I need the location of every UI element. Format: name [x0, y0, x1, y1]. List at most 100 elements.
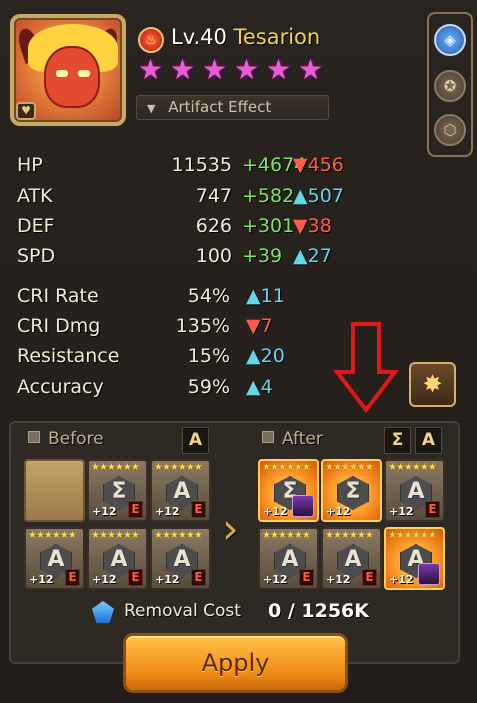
rune-grade-badge: E	[191, 569, 206, 586]
stat-base-value: 626	[195, 215, 232, 237]
eye-left	[56, 70, 68, 77]
lock-icon[interactable]: ♥	[16, 102, 36, 120]
monster-level: Lv.40	[171, 25, 227, 49]
stat-row: CRI Rate 54% ▲11	[0, 285, 400, 311]
rune-slot[interactable]: ★★★★★★ A +12 E	[150, 459, 211, 522]
stat-label: SPD	[17, 245, 56, 267]
star-icon: ★	[170, 53, 196, 86]
eye-right	[78, 70, 90, 77]
rune-slot[interactable]: ★★★★★★ A +12 E	[384, 459, 445, 522]
skill-tab-icon[interactable]: ✪	[434, 70, 466, 102]
monster-mini-icon	[292, 495, 314, 517]
before-checkbox[interactable]	[28, 431, 40, 443]
rune-equip-screen: ♥ ♨ Lv.40 Tesarion ★ ★ ★ ★ ★ ★ ▼ Artifact Eff…	[0, 0, 477, 703]
leader-skill-icon[interactable]: ✸	[409, 362, 456, 407]
red-down-arrow-annotation	[333, 322, 399, 414]
rune-slot[interactable]: ★★★★★★ A +12 E	[321, 527, 382, 590]
rune-stars: ★★★★★★	[91, 530, 140, 541]
rune-slot[interactable]: ★★★★★★ A +12 E	[258, 527, 319, 590]
stat-bonus-value: +301	[242, 215, 295, 237]
rune-stars: ★★★★★★	[262, 462, 311, 473]
rune-level: +12	[155, 505, 180, 518]
rune-slot[interactable]: ★★★★★★ A +12 E	[24, 527, 85, 590]
rune-slot[interactable]: ★★★★★★ Σ +12 E	[87, 459, 148, 522]
stat-base-value: 54%	[187, 285, 230, 307]
rune-level: +12	[92, 573, 117, 586]
artifact-tab-icon[interactable]: ⬡	[434, 114, 466, 146]
stat-label: CRI Dmg	[17, 315, 101, 337]
rune-stars: ★★★★★★	[262, 530, 311, 541]
triangle-down-icon: ▼	[147, 102, 156, 115]
rune-grade-badge: E	[191, 501, 206, 518]
stat-base-value: 747	[195, 185, 232, 207]
rune-set-badge: A	[182, 427, 209, 454]
stat-base-value: 59%	[187, 376, 230, 398]
stat-diff-value: ▲507	[293, 185, 344, 207]
rune-slot[interactable]: ★★★★★★ A +12	[384, 527, 445, 590]
artifact-effect-dropdown[interactable]: ▼ Artifact Effect	[136, 95, 329, 120]
rune-level: +12	[326, 505, 351, 518]
after-title: After	[282, 429, 323, 449]
stat-label: DEF	[17, 215, 55, 237]
stat-diff-value: ▼456	[293, 154, 344, 176]
artifact-effect-label: Artifact Effect	[168, 98, 272, 116]
chevron-right-icon: ›	[222, 504, 239, 553]
stat-base-value: 11535	[171, 154, 232, 176]
star-icon: ★	[298, 53, 324, 86]
rune-stars: ★★★★★★	[154, 530, 203, 541]
stat-base-value: 135%	[175, 315, 230, 337]
star-icon: ★	[266, 53, 292, 86]
stat-label: CRI Rate	[17, 285, 99, 307]
rune-grade-badge: E	[362, 569, 377, 586]
stat-label: ATK	[17, 185, 53, 207]
rune-grade-badge: E	[128, 501, 143, 518]
stat-row: HP 11535 +4674 ▼456	[0, 154, 400, 180]
stat-diff-value: ▲4	[246, 376, 273, 398]
monster-name: Tesarion	[233, 25, 321, 49]
rune-level: +12	[389, 573, 414, 586]
rune-slot[interactable]: ★★★★★★ Σ +12	[258, 459, 319, 522]
stat-bonus-value: +39	[242, 245, 283, 267]
rune-slot[interactable]: ★★★★★★ Σ +12	[321, 459, 382, 522]
rune-level: +12	[92, 505, 117, 518]
removal-cost-label: Removal Cost	[124, 601, 241, 621]
stat-bonus-value: +582	[242, 185, 295, 207]
rune-grade-badge: E	[425, 501, 440, 518]
rune-slot[interactable]: ★★★★★★ A +12 E	[87, 527, 148, 590]
stat-row: SPD 100 +39 ▲27	[0, 245, 400, 271]
rune-grade-badge: E	[299, 569, 314, 586]
after-header[interactable]: After	[262, 429, 323, 449]
stat-diff-value: ▲27	[293, 245, 332, 267]
stat-base-value: 15%	[187, 345, 230, 367]
rune-stars: ★★★★★★	[325, 530, 374, 541]
empty-rune-slot[interactable]	[24, 459, 85, 522]
monster-portrait[interactable]: ♥	[10, 14, 126, 126]
apply-button[interactable]: Apply	[123, 633, 348, 693]
stat-base-value: 100	[195, 245, 232, 267]
stat-label: Accuracy	[17, 376, 104, 398]
star-icon: ★	[202, 53, 228, 86]
rune-stars: ★★★★★★	[28, 530, 77, 541]
side-tab-bar: ◈ ✪ ⬡	[427, 12, 473, 157]
rune-set-letter: Σ	[345, 479, 361, 504]
stat-diff-value: ▼38	[293, 215, 332, 237]
before-header[interactable]: Before	[28, 429, 104, 449]
stat-diff-value: ▲11	[246, 285, 285, 307]
stat-diff-value: ▲20	[246, 345, 285, 367]
rune-stars: ★★★★★★	[388, 462, 437, 473]
rune-level: +12	[389, 505, 414, 518]
rune-stars: ★★★★★★	[154, 462, 203, 473]
monster-star-rating: ★ ★ ★ ★ ★ ★	[138, 56, 326, 84]
rune-tab-icon[interactable]: ◈	[434, 24, 466, 56]
fire-element-icon: ♨	[138, 27, 164, 53]
stat-diff-value: ▼7	[246, 315, 273, 337]
stat-row: DEF 626 +301 ▼38	[0, 215, 400, 241]
face	[44, 46, 100, 108]
star-icon: ★	[234, 53, 260, 86]
rune-level: +12	[326, 573, 351, 586]
after-checkbox[interactable]	[262, 431, 274, 443]
monster-title: Lv.40 Tesarion	[171, 25, 320, 49]
rune-slot[interactable]: ★★★★★★ A +12 E	[150, 527, 211, 590]
stat-row: ATK 747 +582 ▲507	[0, 185, 400, 211]
before-title: Before	[48, 429, 104, 449]
